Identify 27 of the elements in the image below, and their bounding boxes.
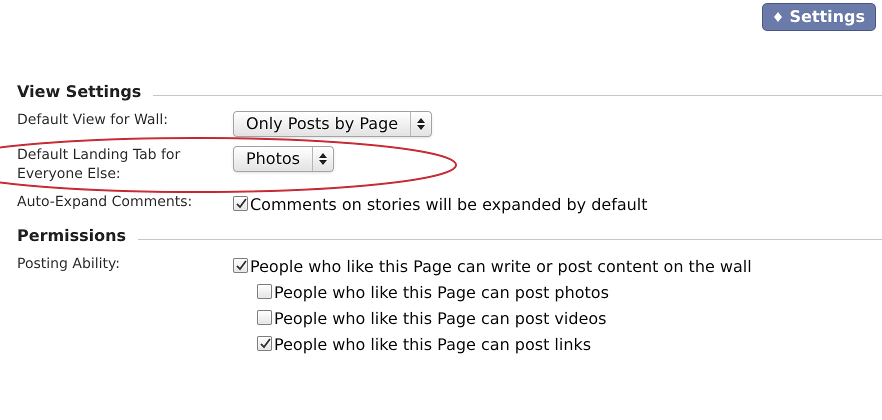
- checkbox[interactable]: [233, 258, 248, 273]
- select-dropdown[interactable]: Photos: [233, 146, 334, 172]
- field-label: Posting Ability:: [17, 255, 121, 274]
- field-label: Default Landing Tab for Everyone Else:: [17, 146, 182, 184]
- checkbox-label: People who like this Page can post links: [274, 335, 592, 355]
- checkbox-label: People who like this Page can post videos: [274, 309, 606, 329]
- checkbox[interactable]: [233, 196, 248, 211]
- field-label: Auto-Expand Comments:: [17, 193, 194, 212]
- checkmark-icon: [234, 260, 246, 272]
- select-dropdown[interactable]: Only Posts by Page: [233, 111, 432, 137]
- checkmark-icon: [234, 198, 246, 210]
- checkbox[interactable]: [257, 284, 272, 299]
- up-down-arrows-icon: [417, 118, 426, 130]
- diamond-icon: [773, 11, 784, 23]
- up-down-arrows-icon: [318, 153, 327, 165]
- checkbox-label: People who like this Page can post photos: [274, 283, 609, 303]
- checkmark-icon: [258, 338, 270, 350]
- select-value: Only Posts by Page: [245, 113, 400, 135]
- section-heading: Permissions: [17, 225, 126, 247]
- checkbox-label: Comments on stories will be expanded by default: [250, 195, 648, 215]
- settings-button[interactable]: Settings: [762, 3, 876, 31]
- section-heading: View Settings: [17, 81, 142, 103]
- select-value: Photos: [245, 148, 301, 170]
- field-label: Default View for Wall:: [17, 111, 169, 130]
- checkbox[interactable]: [257, 310, 272, 325]
- checkbox[interactable]: [257, 336, 272, 351]
- checkbox-label: People who like this Page can write or post content on the wall: [250, 257, 752, 277]
